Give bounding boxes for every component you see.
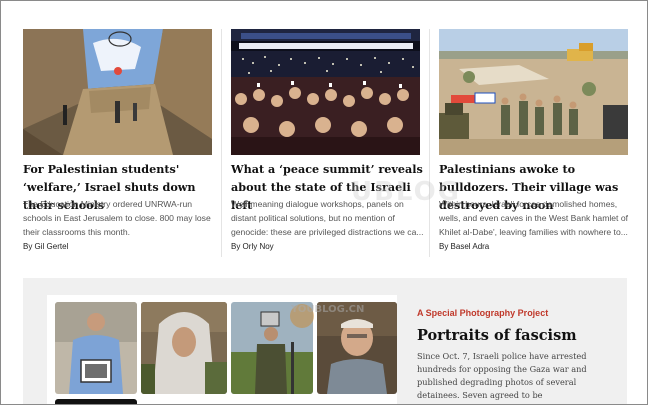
author-link[interactable]: By Gil Gertel [23, 242, 68, 251]
article-photo-bulldozers-village[interactable] [439, 29, 628, 155]
column-divider [221, 29, 222, 257]
article-byline: By Gil Gertel [23, 242, 68, 251]
article-grid: For Palestinian students' ‘welfare,’ Isr… [23, 29, 628, 257]
portrait-gallery [47, 295, 397, 404]
author-link[interactable]: By Basel Adra [439, 242, 489, 251]
article-excerpt: Within hours, Israeli forces demolished … [439, 199, 629, 237]
article-card[interactable]: For Palestinian students' ‘welfare,’ Isr… [23, 29, 212, 257]
author-link[interactable]: By Orly Noy [231, 242, 274, 251]
project-kicker: A Special Photography Project [417, 308, 549, 318]
project-description: Since Oct. 7, Israeli police have arrest… [417, 351, 587, 404]
column-divider [429, 29, 430, 257]
portrait-photo-partial[interactable] [55, 399, 137, 404]
article-byline: By Basel Adra [439, 242, 489, 251]
portrait-photo-man-in-field[interactable] [231, 302, 313, 394]
article-card[interactable]: Palestinians awoke to bulldozers. Their … [439, 29, 628, 257]
article-photo-school-courtyard[interactable] [23, 29, 212, 155]
project-title[interactable]: Portraits of fascism [417, 327, 577, 344]
article-byline: By Orly Noy [231, 242, 274, 251]
portrait-photo-woman-in-hijab[interactable] [141, 302, 227, 394]
page-frame: For Palestinian students' ‘welfare,’ Isr… [0, 0, 648, 405]
portrait-photo-man-with-frame[interactable] [55, 302, 137, 394]
article-excerpt: The Education Ministry ordered UNRWA-run… [23, 199, 211, 237]
photography-project-section: A Special Photography Project Portraits … [23, 278, 627, 404]
article-excerpt: Well-meaning dialogue workshops, panels … [231, 199, 424, 237]
article-card[interactable]: What a ‘peace summit’ reveals about the … [231, 29, 424, 257]
article-photo-concert-crowd[interactable] [231, 29, 420, 155]
portrait-photo-elderly-man[interactable] [317, 302, 397, 394]
